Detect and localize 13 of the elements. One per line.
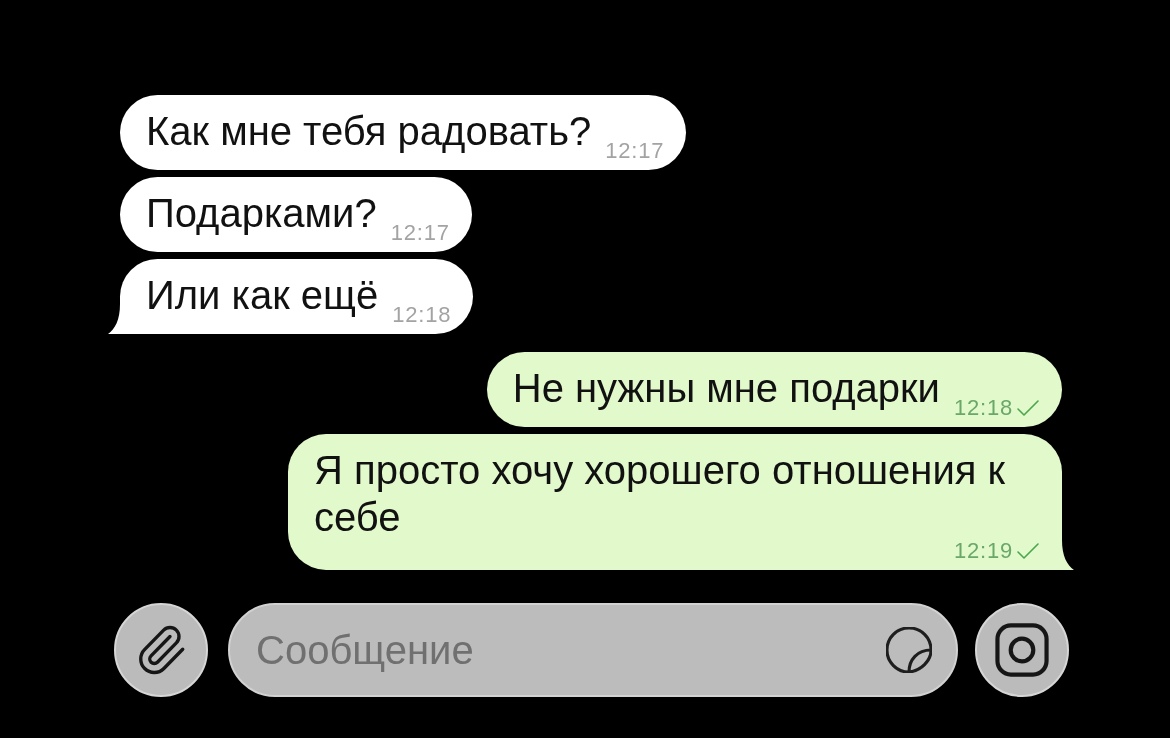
message-text: Или как ещё bbox=[146, 272, 379, 319]
message-text: Как мне тебя радовать? bbox=[146, 108, 592, 155]
message-text: Не нужны мне подарки bbox=[512, 365, 940, 412]
message-time: 12:18 bbox=[953, 398, 1013, 418]
message-time: 12:17 bbox=[605, 141, 665, 161]
message-text: Подарками? bbox=[146, 190, 377, 237]
sticker-icon[interactable] bbox=[886, 627, 932, 673]
message-field[interactable]: Сообщение bbox=[228, 603, 958, 697]
camera-icon bbox=[995, 623, 1049, 677]
message-time: 12:18 bbox=[392, 305, 452, 325]
message-text: Я просто хочу хорошего отношения к себе bbox=[314, 447, 1006, 541]
message-time: 12:19 bbox=[953, 541, 1013, 561]
message-time: 12:17 bbox=[390, 223, 450, 243]
